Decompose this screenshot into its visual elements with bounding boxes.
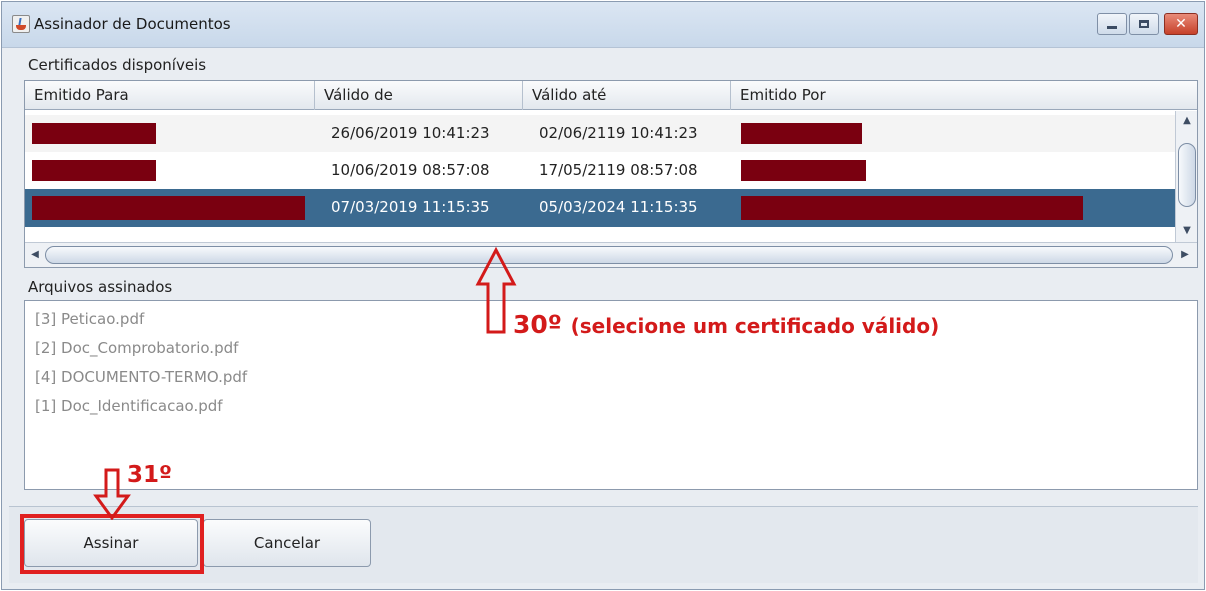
list-item[interactable]: [4] DOCUMENTO-TERMO.pdf xyxy=(35,368,247,386)
cancel-button[interactable]: Cancelar xyxy=(203,519,371,567)
horizontal-scroll-thumb[interactable] xyxy=(45,246,1173,264)
sign-button-highlight xyxy=(20,514,204,574)
cell-valido-de: 26/06/2019 10:41:23 xyxy=(331,124,490,142)
redacted-emitido-para xyxy=(32,123,156,144)
redacted-emitido-para xyxy=(32,160,156,181)
list-item[interactable]: [3] Peticao.pdf xyxy=(35,310,144,328)
redacted-emitido-por xyxy=(741,160,866,181)
cell-valido-ate: 02/06/2119 10:41:23 xyxy=(539,124,698,142)
table-header: Emitido Para Válido de Válido até Emitid… xyxy=(25,81,1197,110)
close-icon: ✕ xyxy=(1175,16,1187,32)
maximize-button[interactable] xyxy=(1129,13,1159,35)
title-bar[interactable]: Assinador de Documentos ✕ xyxy=(2,2,1204,48)
arrow-up-icon xyxy=(475,246,517,334)
column-header-emitido-para[interactable]: Emitido Para xyxy=(25,81,315,110)
table-row[interactable]: 10/06/2019 08:57:08 17/05/2119 08:57:08 xyxy=(25,152,1175,189)
column-header-emitido-por[interactable]: Emitido Por xyxy=(731,81,1197,110)
scroll-up-icon[interactable]: ▲ xyxy=(1179,113,1195,129)
cell-valido-ate: 05/03/2024 11:15:35 xyxy=(539,198,698,216)
scroll-down-icon[interactable]: ▼ xyxy=(1179,223,1195,239)
horizontal-scrollbar[interactable]: ◀ ▶ xyxy=(25,242,1197,267)
table-body: 26/06/2019 10:41:23 02/06/2119 10:41:23 … xyxy=(25,111,1175,242)
table-row[interactable]: 26/06/2019 10:41:23 02/06/2119 10:41:23 xyxy=(25,115,1175,152)
step-30-instruction: (selecione um certificado válido) xyxy=(570,314,940,338)
signed-files-section-label: Arquivos assinados xyxy=(28,278,173,296)
step-31-annotation: 31º xyxy=(127,462,172,488)
java-app-icon xyxy=(12,15,30,33)
redacted-emitido-para xyxy=(32,196,305,220)
list-item[interactable]: [1] Doc_Identificacao.pdf xyxy=(35,397,223,415)
minimize-button[interactable] xyxy=(1097,13,1127,35)
cell-valido-de: 07/03/2019 11:15:35 xyxy=(331,198,490,216)
arrow-down-icon xyxy=(93,468,131,520)
vertical-scrollbar[interactable]: ▲ ▼ xyxy=(1175,111,1197,242)
redacted-emitido-por xyxy=(741,123,862,144)
cell-valido-de: 10/06/2019 08:57:08 xyxy=(331,161,490,179)
vertical-scroll-thumb[interactable] xyxy=(1178,143,1196,207)
column-header-valido-de[interactable]: Válido de xyxy=(315,81,523,110)
list-item[interactable]: [2] Doc_Comprobatorio.pdf xyxy=(35,339,238,357)
redacted-emitido-por xyxy=(741,196,1083,220)
scroll-right-icon[interactable]: ▶ xyxy=(1177,247,1193,263)
column-header-valido-ate[interactable]: Válido até xyxy=(523,81,731,110)
certificates-table: Emitido Para Válido de Válido até Emitid… xyxy=(24,80,1198,268)
cell-valido-ate: 17/05/2119 08:57:08 xyxy=(539,161,698,179)
scroll-left-icon[interactable]: ◀ xyxy=(27,247,43,263)
certificates-section-label: Certificados disponíveis xyxy=(28,56,207,74)
step-30-number: 30º xyxy=(513,310,562,339)
minimize-icon xyxy=(1107,25,1117,29)
table-row-partial xyxy=(25,111,1175,113)
maximize-icon xyxy=(1139,20,1149,28)
step-30-annotation: 30º (selecione um certificado válido) xyxy=(513,310,939,339)
window-title: Assinador de Documentos xyxy=(34,15,231,33)
close-button[interactable]: ✕ xyxy=(1164,13,1198,35)
table-row-selected[interactable]: 07/03/2019 11:15:35 05/03/2024 11:15:35 xyxy=(25,189,1175,227)
